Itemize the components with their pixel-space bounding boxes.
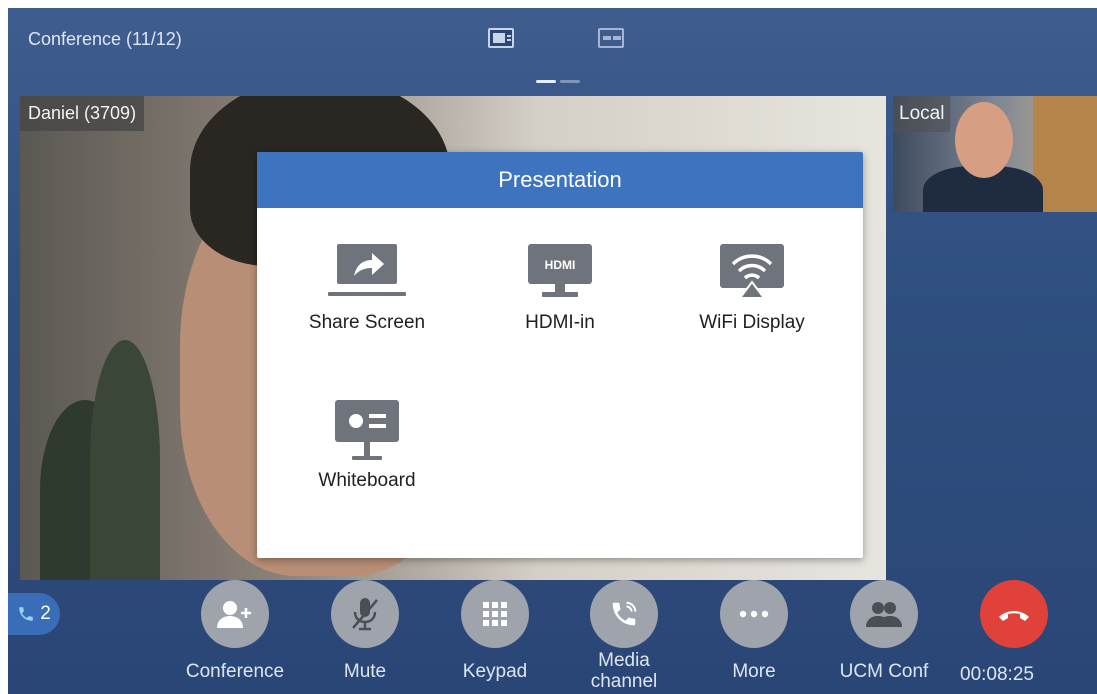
hdmi-text: HDMI: [545, 258, 576, 272]
hang-up-button[interactable]: [964, 580, 1064, 648]
hdmi-in-label: HDMI-in: [525, 312, 595, 333]
mute-label: Mute: [343, 661, 387, 682]
mute-button[interactable]: Mute: [315, 580, 415, 682]
whiteboard-option[interactable]: Whiteboard: [282, 398, 452, 492]
media-channel-icon: [612, 601, 637, 626]
media-channel-label: Media channel: [590, 650, 658, 692]
conference-button[interactable]: Conference: [185, 580, 285, 682]
keypad-label: Keypad: [462, 661, 528, 682]
layout-pip-icon[interactable]: [488, 28, 514, 48]
conference-label: Conference: [185, 661, 285, 682]
call-screen: Conference (11/12) Daniel (3709) Local P…: [8, 8, 1097, 694]
ucm-conf-button[interactable]: UCM Conf: [834, 580, 934, 682]
page-indicator: [560, 80, 580, 83]
mic-off-icon: [352, 598, 378, 631]
phone-icon: [19, 607, 33, 621]
wifi-display-label: WiFi Display: [699, 312, 805, 333]
active-calls-count: 2: [40, 603, 51, 624]
top-bar: Conference (11/12): [8, 8, 1097, 74]
active-calls-badge[interactable]: 2: [8, 593, 60, 635]
share-screen-icon: [328, 244, 406, 296]
share-screen-label: Share Screen: [308, 312, 426, 333]
layout-split-icon[interactable]: [598, 28, 624, 48]
whiteboard-label: Whiteboard: [318, 470, 416, 491]
media-channel-button[interactable]: Media channel: [574, 580, 674, 692]
whiteboard-icon: [335, 400, 399, 460]
participant-name: Daniel (3709): [20, 96, 145, 131]
more-icon: [739, 610, 769, 618]
conference-count: Conference (11/12): [28, 29, 182, 49]
keypad-button[interactable]: Keypad: [445, 580, 545, 682]
call-timer: 00:08:25: [960, 664, 1034, 685]
wifi-display-option[interactable]: WiFi Display: [667, 242, 837, 334]
dialog-title: Presentation: [257, 152, 863, 208]
group-icon: [866, 602, 902, 627]
share-screen-option[interactable]: Share Screen: [282, 242, 452, 334]
hdmi-in-option[interactable]: HDMI HDMI-in: [475, 242, 645, 334]
local-label: Local: [893, 96, 951, 132]
wifi-display-icon: [720, 244, 784, 299]
hang-up-icon: [999, 611, 1029, 621]
ucm-conf-label: UCM Conf: [839, 661, 929, 682]
more-label: More: [732, 661, 776, 682]
hdmi-icon: HDMI: [528, 244, 592, 297]
more-button[interactable]: More: [704, 580, 804, 682]
presentation-dialog: Presentation Share Screen HDMI HDMI-in W…: [257, 152, 863, 558]
add-person-icon: [217, 601, 251, 628]
keypad-icon: [483, 602, 507, 626]
page-indicator-active: [536, 80, 556, 83]
